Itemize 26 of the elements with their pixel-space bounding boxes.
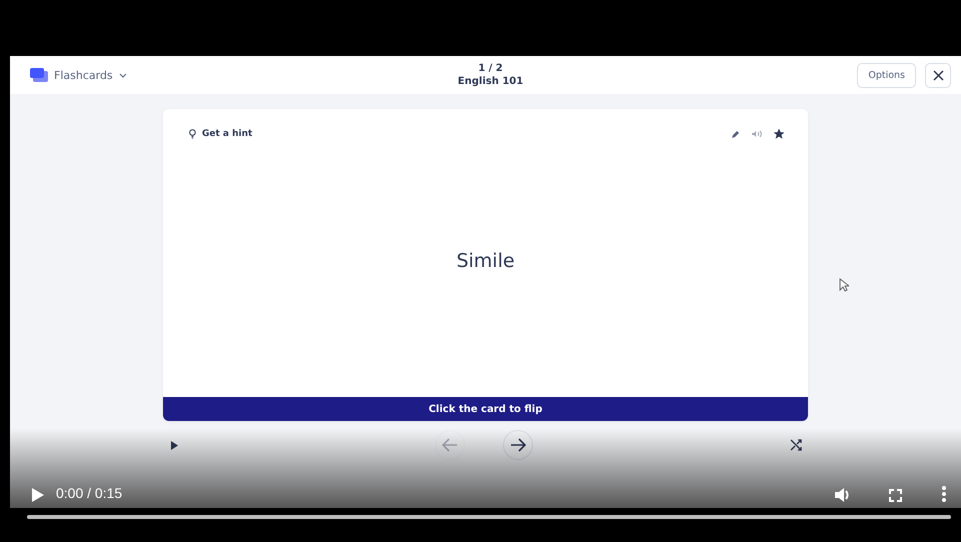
play-icon xyxy=(32,488,44,502)
mouse-cursor-icon xyxy=(839,278,849,292)
video-time: 0:00 / 0:15 xyxy=(56,485,122,501)
chevron-down-icon xyxy=(118,72,127,78)
cards-icon xyxy=(30,68,48,82)
close-button[interactable] xyxy=(925,62,951,88)
deck-title: English 101 xyxy=(458,75,524,88)
close-icon xyxy=(932,70,944,80)
options-button[interactable]: Options xyxy=(857,62,916,88)
star-icon[interactable] xyxy=(774,129,784,139)
play-icon[interactable] xyxy=(171,440,178,450)
arrow-right-icon xyxy=(510,438,526,452)
flip-instruction-bar: Click the card to flip xyxy=(163,397,808,421)
shuffle-icon[interactable] xyxy=(790,439,802,451)
edit-icon[interactable] xyxy=(731,130,740,138)
fullscreen-icon xyxy=(889,489,902,502)
flashcard[interactable]: Get a hint Simile Click the card to flip xyxy=(163,109,808,421)
next-button[interactable] xyxy=(503,430,533,460)
video-progress-track[interactable] xyxy=(27,515,951,519)
volume-icon xyxy=(835,488,851,502)
card-term: Simile xyxy=(455,249,516,274)
more-vertical-icon xyxy=(942,486,946,502)
mode-dropdown[interactable]: Flashcards xyxy=(30,68,450,82)
hint-button[interactable]: Get a hint xyxy=(189,129,252,139)
lightbulb-icon xyxy=(189,129,196,139)
card-counter: 1 / 2 xyxy=(478,62,503,75)
